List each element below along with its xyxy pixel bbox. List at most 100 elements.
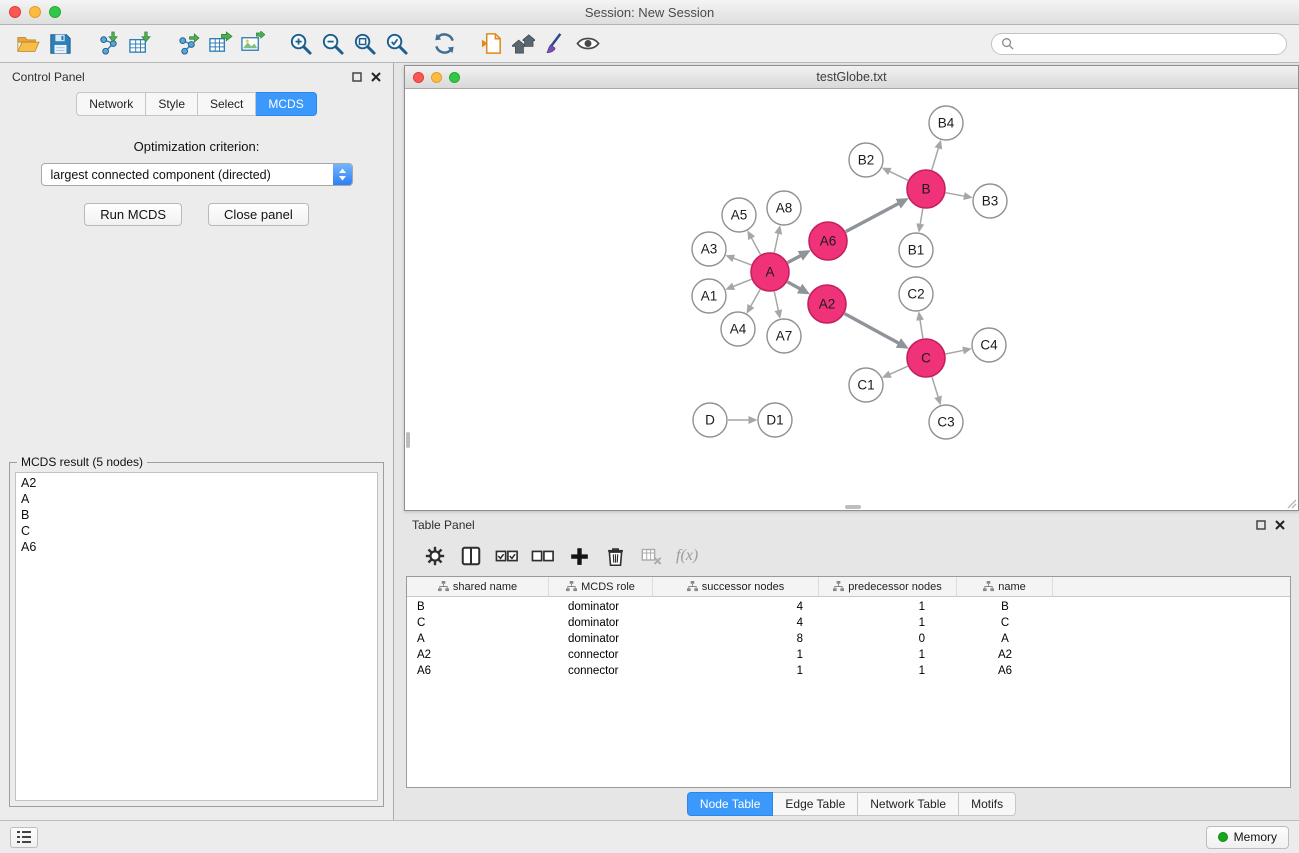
graph-edge-B-B4[interactable] <box>932 148 939 170</box>
table-row-A[interactable]: Adominator80A <box>407 631 1290 647</box>
mcds-result-item[interactable]: A2 <box>21 475 372 491</box>
criterion-dropdown[interactable]: largest connected component (directed) <box>41 163 353 186</box>
graph-edge-A-A7[interactable] <box>774 292 778 311</box>
show-columns-button[interactable] <box>456 542 486 570</box>
close-window-button[interactable] <box>9 6 21 18</box>
graph-node-A4[interactable]: A4 <box>721 312 755 346</box>
horizontal-scrollbar-thumb[interactable] <box>845 505 861 509</box>
graph-edge-C-C3[interactable] <box>932 377 938 397</box>
table-tab-motifs[interactable]: Motifs <box>959 792 1016 816</box>
table-tab-node-table[interactable]: Node Table <box>687 792 774 816</box>
graph-edge-A-A4[interactable] <box>751 289 761 306</box>
show-graphics-details-button[interactable] <box>572 29 604 59</box>
tab-style[interactable]: Style <box>146 92 198 116</box>
mcds-result-list[interactable]: A2ABCA6 <box>15 472 378 801</box>
tab-network[interactable]: Network <box>76 92 146 116</box>
function-builder-button[interactable]: f(x) <box>676 547 698 565</box>
export-network-button[interactable] <box>172 29 204 59</box>
table-row-A6[interactable]: A6connector11A6 <box>407 663 1290 679</box>
column-header-predecessor-nodes[interactable]: predecessor nodes <box>819 577 957 597</box>
graph-node-D1[interactable]: D1 <box>758 403 792 437</box>
table-panel-float-button[interactable] <box>1256 520 1266 530</box>
network-canvas[interactable]: B4 B2 B B3 A8 A5 A6 A3 B1 A C2 A1 A2 A4 A7 C4 C C1 D D1 C3 <box>405 89 1298 510</box>
control-panel-float-button[interactable] <box>352 72 362 82</box>
task-history-button[interactable] <box>10 827 38 848</box>
vertical-scrollbar-thumb[interactable] <box>406 432 410 448</box>
export-image-button[interactable] <box>236 29 268 59</box>
apply-style-button[interactable] <box>540 29 572 59</box>
graph-edge-A-A6[interactable] <box>788 256 801 263</box>
resize-grip-icon[interactable] <box>1285 497 1297 509</box>
graph-edge-B-B1[interactable] <box>920 209 923 225</box>
network-minimize-button[interactable] <box>431 72 442 83</box>
home-button[interactable] <box>508 29 540 59</box>
zoom-window-button[interactable] <box>49 6 61 18</box>
delete-columns-button[interactable] <box>600 542 630 570</box>
column-header-MCDS-role[interactable]: MCDS role <box>549 577 653 597</box>
table-panel-close-button[interactable] <box>1275 520 1285 530</box>
minimize-window-button[interactable] <box>29 6 41 18</box>
graph-node-A2[interactable]: A2 <box>808 285 846 323</box>
graph-node-C1[interactable]: C1 <box>849 368 883 402</box>
graph-node-C4[interactable]: C4 <box>972 328 1006 362</box>
tab-mcds[interactable]: MCDS <box>256 92 316 116</box>
graph-edge-A6-B[interactable] <box>846 204 899 232</box>
graph-edge-C-C4[interactable] <box>946 350 964 354</box>
graph-edge-C-C2[interactable] <box>920 320 923 339</box>
graph-node-A6[interactable]: A6 <box>809 222 847 260</box>
save-session-button[interactable] <box>44 29 76 59</box>
graph-node-B2[interactable]: B2 <box>849 143 883 177</box>
graph-node-C3[interactable]: C3 <box>929 405 963 439</box>
graph-node-B3[interactable]: B3 <box>973 184 1007 218</box>
graph-node-A3[interactable]: A3 <box>692 232 726 266</box>
zoom-selected-button[interactable] <box>380 29 412 59</box>
mcds-result-item[interactable]: B <box>21 507 372 523</box>
graph-node-A5[interactable]: A5 <box>722 198 756 232</box>
zoom-out-button[interactable] <box>316 29 348 59</box>
graph-node-C2[interactable]: C2 <box>899 277 933 311</box>
graph-node-B1[interactable]: B1 <box>899 233 933 267</box>
graph-node-C[interactable]: C <box>907 339 945 377</box>
graph-edge-A-A3[interactable] <box>733 258 751 265</box>
import-table-button[interactable] <box>124 29 156 59</box>
graph-node-B4[interactable]: B4 <box>929 106 963 140</box>
mcds-result-item[interactable]: A6 <box>21 539 372 555</box>
graph-edge-A-A5[interactable] <box>751 238 760 255</box>
table-tab-network-table[interactable]: Network Table <box>858 792 959 816</box>
graph-node-A1[interactable]: A1 <box>692 279 726 313</box>
table-row-B[interactable]: Bdominator41B <box>407 599 1290 615</box>
delete-table-button[interactable] <box>636 542 666 570</box>
network-close-button[interactable] <box>413 72 424 83</box>
close-panel-button[interactable]: Close panel <box>208 203 309 226</box>
graph-node-D[interactable]: D <box>693 403 727 437</box>
graph-edge-A-A1[interactable] <box>733 279 751 286</box>
column-header-successor-nodes[interactable]: successor nodes <box>653 577 819 597</box>
memory-button[interactable]: Memory <box>1206 826 1289 849</box>
mcds-result-item[interactable]: C <box>21 523 372 539</box>
graph-node-A8[interactable]: A8 <box>767 191 801 225</box>
graph-node-B[interactable]: B <box>907 170 945 208</box>
graph-node-A[interactable]: A <box>751 253 789 291</box>
graph-edge-A-A8[interactable] <box>774 233 778 252</box>
graph-node-A7[interactable]: A7 <box>767 319 801 353</box>
zoom-in-button[interactable] <box>284 29 316 59</box>
table-row-A2[interactable]: A2connector11A2 <box>407 647 1290 663</box>
graph-edge-B-B3[interactable] <box>946 193 965 197</box>
graph-edge-A-A2[interactable] <box>787 282 800 289</box>
run-mcds-button[interactable]: Run MCDS <box>84 203 182 226</box>
table-row-C[interactable]: Cdominator41C <box>407 615 1290 631</box>
zoom-fit-button[interactable] <box>348 29 380 59</box>
column-header-shared-name[interactable]: shared name <box>407 577 549 597</box>
network-zoom-button[interactable] <box>449 72 460 83</box>
column-header-name[interactable]: name <box>957 577 1053 597</box>
table-tab-edge-table[interactable]: Edge Table <box>773 792 858 816</box>
apply-layout-button[interactable] <box>428 29 460 59</box>
tab-select[interactable]: Select <box>198 92 256 116</box>
graph-edge-C-C1[interactable] <box>890 366 908 374</box>
table-settings-button[interactable] <box>420 542 450 570</box>
export-table-button[interactable] <box>204 29 236 59</box>
open-session-button[interactable] <box>12 29 44 59</box>
control-panel-close-button[interactable] <box>371 72 381 82</box>
duplicate-network-button[interactable] <box>476 29 508 59</box>
graph-edge-B-B2[interactable] <box>889 171 908 180</box>
